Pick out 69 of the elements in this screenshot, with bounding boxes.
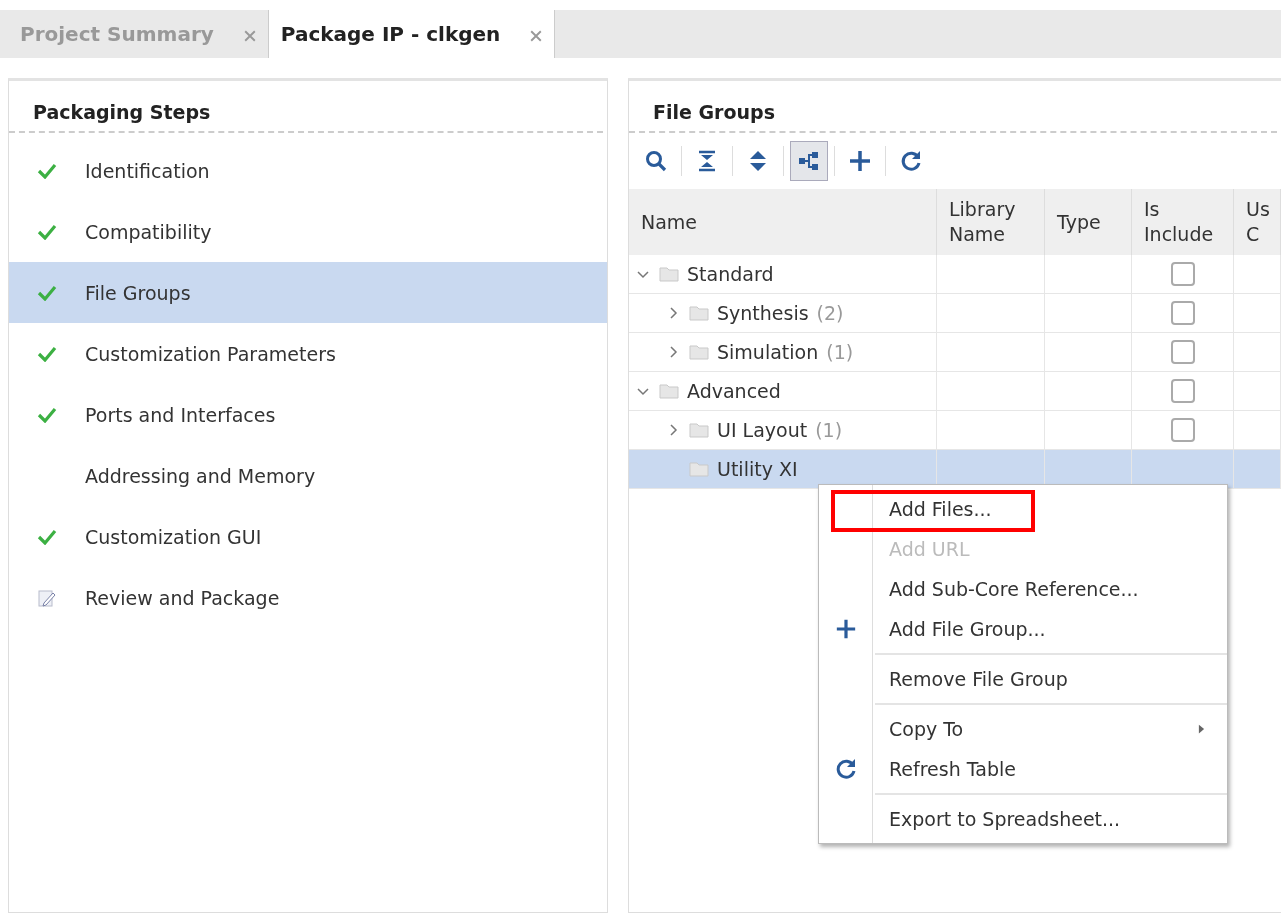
hierarchy-button[interactable]: [790, 141, 828, 181]
panel-title: File Groups: [652, 100, 776, 125]
tree-row[interactable]: Synthesis (2): [629, 294, 1281, 333]
tree-row[interactable]: Utility XI: [629, 450, 1281, 489]
folder-icon: [689, 422, 709, 438]
refresh-icon: [899, 149, 923, 173]
file-count: (2): [816, 302, 844, 324]
chevron-right-icon[interactable]: [667, 307, 679, 319]
close-icon[interactable]: [243, 30, 256, 42]
checkmark-icon: [37, 284, 57, 301]
search-icon: [644, 149, 668, 173]
refresh-icon: [834, 757, 858, 781]
folder-icon: [659, 383, 679, 399]
menu-item[interactable]: Copy To: [819, 709, 1227, 749]
hierarchy-icon: [797, 149, 821, 173]
step-item[interactable]: Customization GUI: [9, 506, 607, 567]
editor-tab[interactable]: Package IP - clkgen: [268, 10, 556, 58]
tree-row[interactable]: Simulation (1): [629, 333, 1281, 372]
step-item[interactable]: File Groups: [9, 262, 607, 323]
column-header[interactable]: Is Include: [1132, 189, 1234, 255]
column-header[interactable]: Us C: [1234, 189, 1281, 255]
include-checkbox[interactable]: [1170, 340, 1195, 364]
column-header[interactable]: Name: [629, 189, 937, 255]
menu-item[interactable]: Add Files...: [819, 489, 1227, 529]
pencil-page-icon: [38, 588, 56, 607]
checkmark-icon: [37, 223, 57, 240]
include-checkbox[interactable]: [1170, 301, 1195, 325]
chevron-right-icon[interactable]: [667, 346, 679, 358]
file-count: (1): [815, 419, 843, 441]
chevron-right-icon[interactable]: [667, 424, 679, 436]
group-name: Simulation: [717, 341, 819, 363]
menu-item[interactable]: Refresh Table: [819, 749, 1227, 789]
include-checkbox[interactable]: [1170, 418, 1195, 442]
tree-row[interactable]: Advanced: [629, 372, 1281, 411]
close-icon[interactable]: [530, 30, 543, 42]
step-item[interactable]: Customization Parameters: [9, 323, 607, 384]
column-header[interactable]: Type: [1045, 189, 1132, 255]
plus-icon: [835, 618, 857, 640]
plus-icon: [848, 149, 872, 173]
step-item[interactable]: Compatibility: [9, 201, 607, 262]
panel-title: Packaging Steps: [32, 100, 212, 125]
column-header[interactable]: Library Name: [937, 189, 1045, 255]
folder-icon: [689, 305, 709, 321]
group-name: Utility XI: [717, 458, 798, 480]
folder-icon: [689, 344, 709, 360]
group-name: Advanced: [687, 380, 781, 402]
step-item[interactable]: Identification: [9, 140, 607, 201]
menu-item[interactable]: Add Sub-Core Reference...: [819, 569, 1227, 609]
group-name: Synthesis: [717, 302, 809, 324]
chevron-down-icon[interactable]: [637, 268, 649, 280]
menu-item[interactable]: Add File Group...: [819, 609, 1227, 649]
chevron-down-icon[interactable]: [637, 385, 649, 397]
checkmark-icon: [37, 162, 57, 179]
group-name: Standard: [687, 263, 774, 285]
checkmark-icon: [37, 406, 57, 423]
include-checkbox[interactable]: [1170, 379, 1195, 403]
group-name: UI Layout: [717, 419, 808, 441]
checkmark-icon: [37, 528, 57, 545]
include-checkbox[interactable]: [1170, 262, 1195, 286]
step-item[interactable]: Ports and Interfaces: [9, 384, 607, 445]
step-item[interactable]: Review and Package: [9, 567, 607, 628]
tree-row[interactable]: Standard: [629, 255, 1281, 294]
folder-icon: [659, 266, 679, 282]
step-item[interactable]: Addressing and Memory: [9, 445, 607, 506]
checkmark-icon: [37, 345, 57, 362]
file-count: (1): [826, 341, 854, 363]
menu-item[interactable]: Export to Spreadsheet...: [819, 799, 1227, 839]
menu-item[interactable]: Remove File Group: [819, 659, 1227, 699]
folder-icon: [689, 461, 709, 477]
